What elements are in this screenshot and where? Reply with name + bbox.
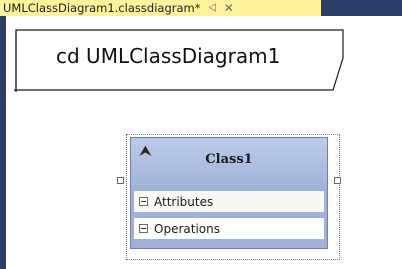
collapse-minus-icon[interactable] — [139, 197, 148, 206]
class-shape[interactable]: ⮝ Class1 Attributes Operations — [130, 137, 328, 249]
operations-label: Operations — [154, 221, 220, 236]
class-header[interactable]: ⮝ Class1 — [131, 138, 327, 186]
attributes-compartment[interactable]: Attributes — [134, 191, 324, 212]
collapse-minus-icon[interactable] — [139, 224, 148, 233]
class-name[interactable]: Class1 — [131, 152, 327, 167]
resize-handle-right[interactable] — [334, 177, 341, 184]
operations-compartment[interactable]: Operations — [134, 218, 324, 239]
attributes-label: Attributes — [154, 194, 214, 209]
resize-handle-left[interactable] — [117, 177, 124, 184]
diagram-frame-title: cd UMLClassDiagram1 — [56, 44, 281, 68]
